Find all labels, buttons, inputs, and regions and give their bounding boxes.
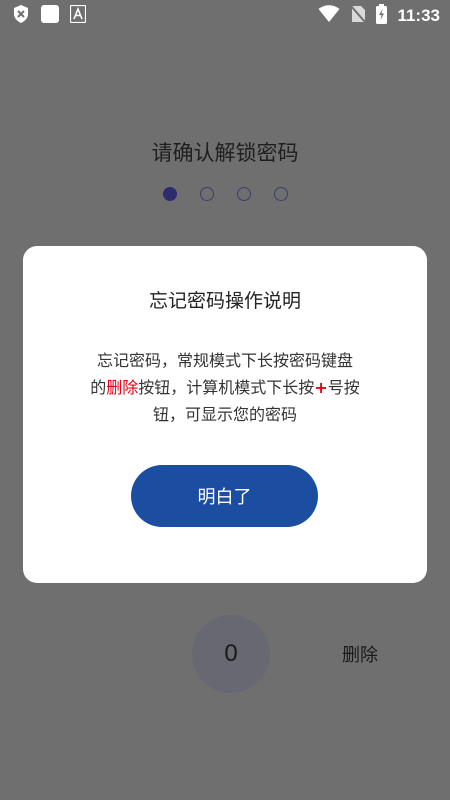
- dialog-body: 忘记密码，常规模式下长按密码键盘 的删除按钮，计算机模式下长按+号按 钮，可显示…: [65, 347, 385, 428]
- square-icon: [40, 4, 60, 28]
- body-text: 号按: [327, 378, 360, 397]
- body-text: 按钮，计算机模式下长按: [138, 378, 315, 397]
- keypad-key-zero[interactable]: 0: [192, 615, 270, 693]
- status-bar: 11:33: [0, 0, 450, 32]
- dialog-body-line2: 的删除按钮，计算机模式下长按+号按: [65, 374, 385, 401]
- highlight-delete-text: 删除: [106, 378, 139, 397]
- dialog-title: 忘记密码操作说明: [148, 290, 301, 312]
- dialog-body-line1: 忘记密码，常规模式下长按密码键盘: [96, 351, 353, 370]
- highlight-plus-text: +: [314, 378, 328, 397]
- pin-dot-filled: [162, 187, 177, 201]
- keypad-delete-button[interactable]: 删除: [330, 640, 390, 668]
- font-a-icon: [69, 4, 87, 27]
- pin-dot-empty: [199, 187, 214, 201]
- page-title: 请确认解锁密码: [151, 141, 299, 165]
- got-it-button[interactable]: 明白了: [131, 465, 318, 527]
- no-sim-icon: [350, 5, 367, 27]
- forgot-password-dialog: 忘记密码操作说明 忘记密码，常规模式下长按密码键盘 的删除按钮，计算机模式下长按…: [23, 246, 427, 583]
- wifi-icon: [318, 5, 340, 27]
- pin-dot-empty: [236, 187, 251, 201]
- shield-x-icon: [12, 4, 30, 28]
- dialog-body-line3: 钮，可显示您的密码: [152, 405, 297, 424]
- pin-dots: [0, 187, 450, 201]
- body-text: 的: [90, 378, 107, 397]
- pin-dot-empty: [273, 187, 288, 201]
- status-time: 11:33: [397, 6, 440, 25]
- battery-charging-icon: [376, 4, 388, 28]
